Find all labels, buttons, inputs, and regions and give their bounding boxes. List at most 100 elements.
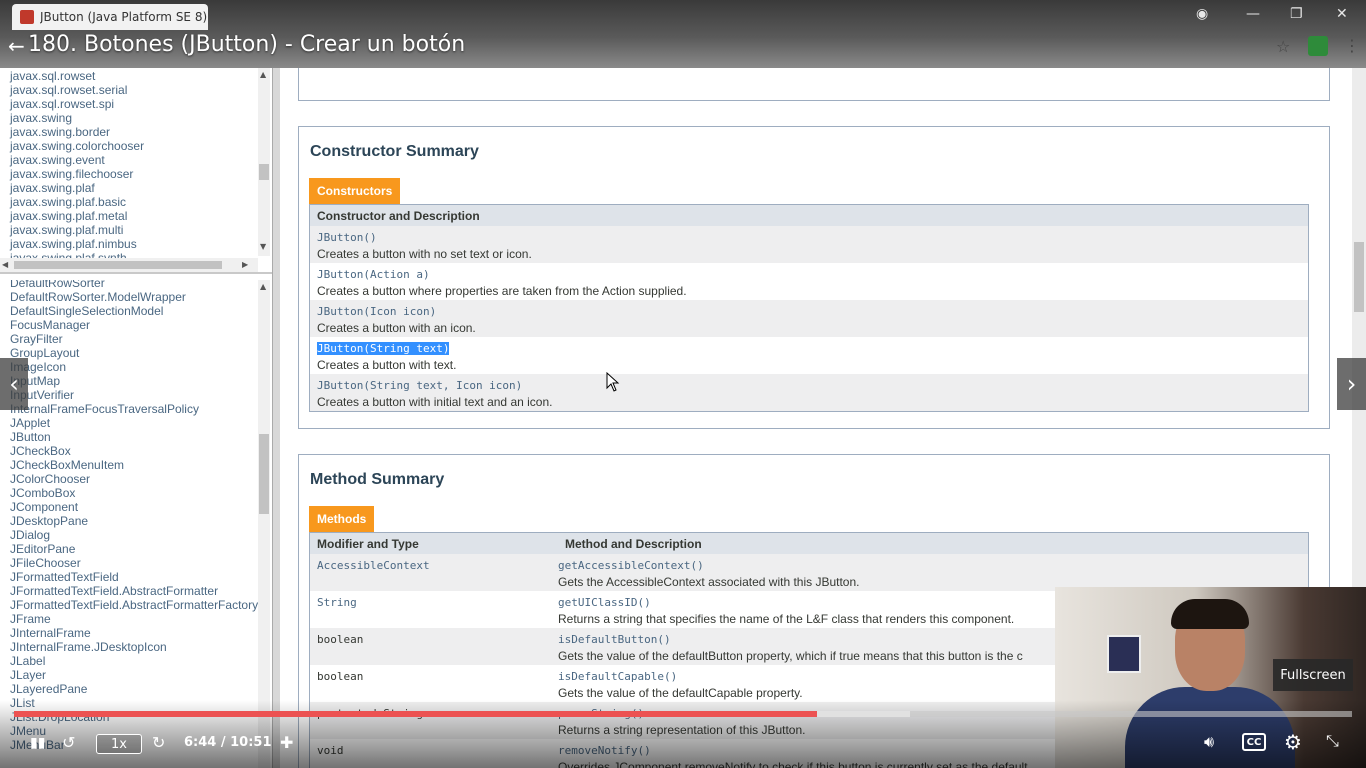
browser-tab[interactable]: JButton (Java Platform SE 8) [12, 4, 208, 30]
method-table-header: Modifier and Type Method and Description [310, 533, 1308, 554]
frame-divider[interactable] [272, 68, 280, 768]
package-list: javax.sql.rowset javax.sql.rowset.serial j… [0, 69, 144, 265]
constructor-signature-link[interactable]: JButton(String text) [317, 342, 450, 355]
class-scrollbar[interactable]: ▲ [258, 280, 270, 768]
package-link[interactable]: javax.swing.colorchooser [0, 139, 144, 153]
package-link[interactable]: javax.swing.event [0, 153, 144, 167]
class-link[interactable]: JInternalFrame.JDesktopIcon [0, 640, 258, 654]
method-return-type[interactable]: String [317, 596, 357, 609]
constructor-signature-link[interactable]: JButton(Icon icon) [317, 305, 436, 318]
class-link[interactable]: JLayeredPane [0, 682, 258, 696]
package-link[interactable]: javax.swing.border [0, 125, 144, 139]
class-link[interactable]: JFormattedTextField.AbstractFormatter [0, 584, 258, 598]
package-link[interactable]: javax.swing.plaf.basic [0, 195, 144, 209]
class-link[interactable]: InputMap [0, 374, 258, 388]
chevron-left-icon: ‹ [9, 370, 19, 398]
class-link[interactable]: JInternalFrame [0, 626, 258, 640]
class-link[interactable]: FocusManager [0, 318, 258, 332]
fullscreen-icon[interactable]: ⤡ [1326, 731, 1339, 751]
bookmark-icon[interactable]: ✚ [280, 733, 293, 752]
method-return-type: boolean [317, 633, 364, 646]
class-link[interactable]: JFormattedTextField [0, 570, 258, 584]
package-link[interactable]: javax.swing.filechooser [0, 167, 144, 181]
minimize-icon[interactable]: — [1246, 6, 1260, 22]
mouse-cursor-icon [606, 372, 620, 392]
class-link[interactable]: ImageIcon [0, 360, 258, 374]
class-link[interactable]: JLabel [0, 654, 258, 668]
restore-icon[interactable]: ❐ [1290, 6, 1303, 22]
video-title: 180. Botones (JButton) - Crear un botón [28, 32, 466, 57]
constructor-description: Creates a button where properties are ta… [317, 284, 687, 298]
method-return-type[interactable]: AccessibleContext [317, 559, 430, 572]
class-link[interactable]: JComponent [0, 500, 258, 514]
package-scrollbar[interactable]: ▲ ▼ [258, 68, 270, 256]
method-name-link[interactable]: getAccessibleContext() [558, 559, 704, 572]
extension-icon[interactable] [1308, 36, 1328, 56]
package-link[interactable]: javax.swing [0, 111, 144, 125]
class-link[interactable]: JCheckBoxMenuItem [0, 458, 258, 472]
next-lecture-button[interactable]: › [1337, 358, 1366, 410]
menu-icon[interactable]: ⋮ [1344, 36, 1360, 55]
package-link[interactable]: javax.sql.rowset.serial [0, 83, 144, 97]
modifier-type-header: Modifier and Type [317, 537, 419, 551]
method-return-type: boolean [317, 670, 364, 683]
class-link[interactable]: JApplet [0, 416, 258, 430]
class-link[interactable]: DefaultRowSorter.ModelWrapper [0, 290, 258, 304]
fullscreen-tooltip: Fullscreen [1273, 659, 1353, 691]
rewind-icon[interactable]: ↺ [62, 733, 75, 752]
constructor-summary-heading: Constructor Summary [310, 143, 479, 160]
package-link[interactable]: javax.sql.rowset.spi [0, 97, 144, 111]
class-link[interactable]: DefaultRowSorter [0, 280, 258, 290]
java-favicon-icon [20, 10, 34, 24]
speed-button[interactable]: 1x [96, 734, 142, 754]
class-link[interactable]: JComboBox [0, 486, 258, 500]
class-link[interactable]: JEditorPane [0, 542, 258, 556]
play-pause-icon[interactable]: ▮▮ [30, 735, 45, 751]
javadoc-navigation: javax.sql.rowset javax.sql.rowset.serial j… [0, 68, 272, 768]
close-icon[interactable]: ✕ [1336, 6, 1348, 22]
forward-icon[interactable]: ↻ [152, 733, 165, 752]
method-row: AccessibleContext getAccessibleContext() G… [310, 554, 1308, 591]
back-arrow-icon[interactable]: ← [8, 34, 25, 58]
constructor-row: JButton(Icon icon) Creates a button with … [310, 300, 1308, 337]
previous-lecture-button[interactable]: ‹ [0, 358, 28, 410]
constructor-row: JButton(String text) Creates a button wit… [310, 337, 1308, 374]
class-link[interactable]: JButton [0, 430, 258, 444]
constructor-description: Creates a button with no set text or ico… [317, 247, 532, 261]
package-link[interactable]: javax.sql.rowset [0, 69, 144, 83]
class-link[interactable]: JFrame [0, 612, 258, 626]
package-link[interactable]: javax.swing.plaf.multi [0, 223, 144, 237]
cc-icon[interactable]: CC [1242, 733, 1266, 751]
class-link[interactable]: JFormattedTextField.AbstractFormatterFac… [0, 598, 258, 612]
method-name-link[interactable]: isDefaultButton() [558, 633, 671, 646]
method-name-link[interactable]: isDefaultCapable() [558, 670, 677, 683]
class-link[interactable]: JDesktopPane [0, 514, 258, 528]
class-link[interactable]: JLayer [0, 668, 258, 682]
package-link[interactable]: javax.swing.plaf.metal [0, 209, 144, 223]
package-hscrollbar[interactable]: ◀ ▶ [0, 258, 258, 272]
progress-bar[interactable] [14, 711, 1352, 717]
star-icon[interactable]: ☆ [1276, 37, 1290, 56]
volume-icon[interactable]: 🔊︎ [1204, 732, 1214, 752]
class-link[interactable]: JDialog [0, 528, 258, 542]
class-link[interactable]: JCheckBox [0, 444, 258, 458]
settings-icon[interactable]: ⚙ [1284, 730, 1302, 754]
class-link[interactable]: JColorChooser [0, 472, 258, 486]
constructor-signature-link[interactable]: JButton() [317, 231, 377, 244]
class-link[interactable]: InputVerifier [0, 388, 258, 402]
class-link[interactable]: GroupLayout [0, 346, 258, 360]
package-link[interactable]: javax.swing.plaf [0, 181, 144, 195]
package-link[interactable]: javax.swing.plaf.nimbus [0, 237, 144, 251]
constructor-description: Creates a button with text. [317, 358, 457, 372]
class-link[interactable]: DefaultSingleSelectionModel [0, 304, 258, 318]
constructor-signature-link[interactable]: JButton(Action a) [317, 268, 430, 281]
class-link[interactable]: JFileChooser [0, 556, 258, 570]
method-name-link[interactable]: getUIClassID() [558, 596, 651, 609]
class-link[interactable]: GrayFilter [0, 332, 258, 346]
method-summary-heading: Method Summary [310, 471, 445, 488]
profile-icon[interactable]: ◉ [1196, 6, 1208, 22]
package-frame: javax.sql.rowset javax.sql.rowset.serial j… [0, 68, 272, 274]
constructor-signature-link[interactable]: JButton(String text, Icon icon) [317, 379, 522, 392]
class-link[interactable]: InternalFrameFocusTraversalPolicy [0, 402, 258, 416]
previous-summary-block [298, 68, 1330, 101]
